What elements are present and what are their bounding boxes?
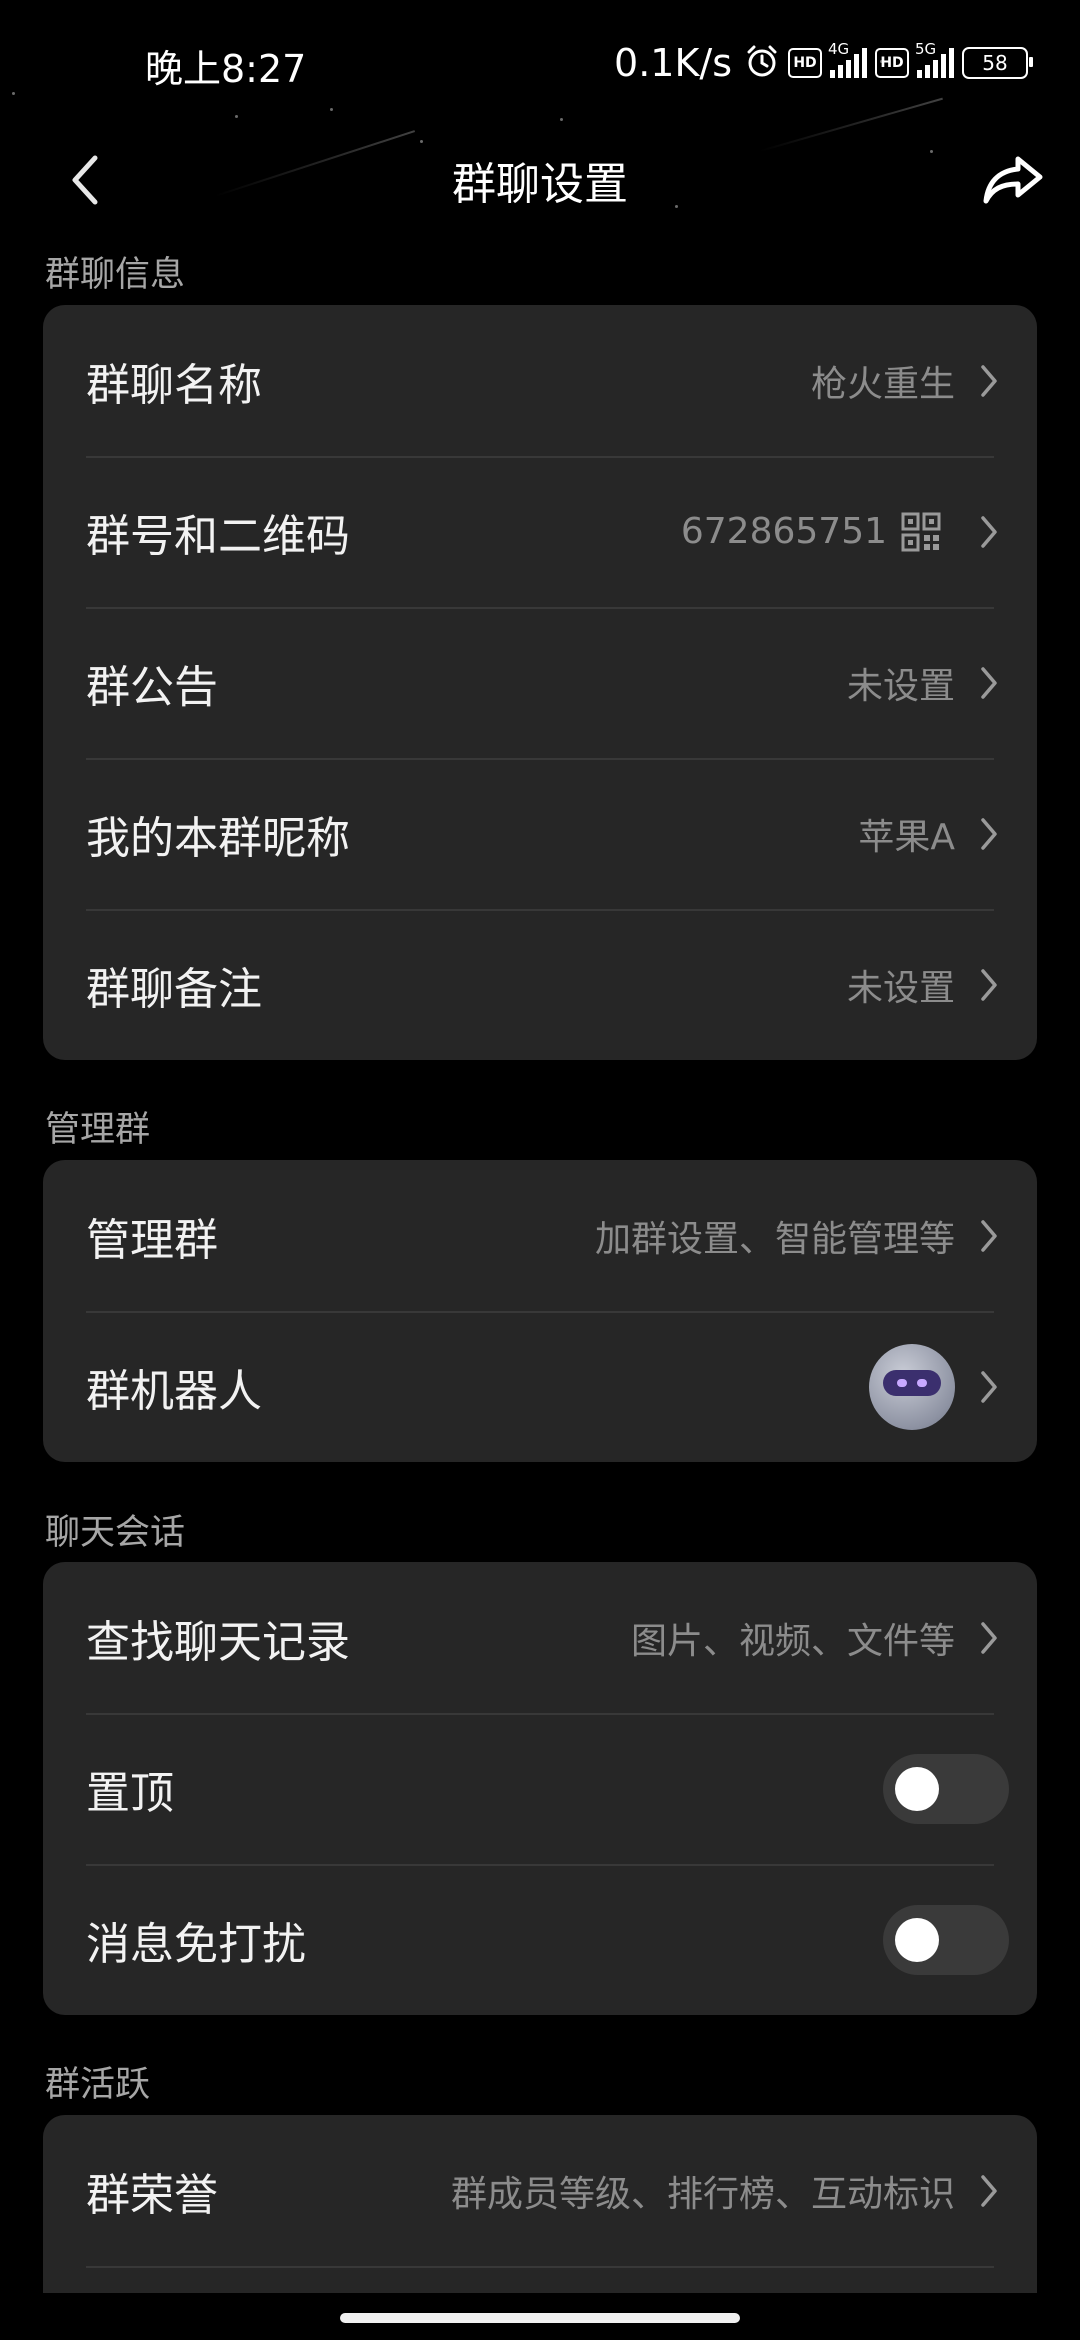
row-title: 群聊备注: [86, 963, 262, 1015]
chevron-right-icon: [969, 965, 1009, 1005]
battery-icon: 58: [962, 47, 1033, 79]
row-title: 置顶: [86, 1767, 174, 1819]
section-label-chat: 聊天会话: [45, 1513, 186, 1553]
card-info: 群聊名称 枪火重生 群号和二维码 672865751 群公告 未设置 我的本群昵…: [43, 305, 1037, 1060]
row-manage-group[interactable]: 管理群 加群设置、智能管理等: [43, 1160, 1037, 1311]
network-speed: 0.1K/s: [614, 41, 732, 85]
chevron-right-icon: [969, 2171, 1009, 2211]
row-value: 苹果A: [858, 816, 955, 858]
row-group-name[interactable]: 群聊名称 枪火重生: [43, 305, 1037, 456]
row-title: 我的本群昵称: [86, 812, 350, 864]
hd-badge: HD: [875, 48, 909, 78]
row-value: 未设置: [846, 967, 955, 1009]
do-not-disturb-toggle[interactable]: [883, 1904, 1009, 1975]
chevron-right-icon: [969, 663, 1009, 703]
row-title: 群荣誉: [86, 2169, 218, 2221]
hd-badge: HD: [788, 48, 822, 78]
section-label-info: 群聊信息: [45, 255, 186, 295]
row-group-robot[interactable]: 群机器人: [43, 1311, 1037, 1462]
chevron-right-icon: [969, 512, 1009, 552]
page-title: 群聊设置: [452, 159, 628, 210]
qr-code-icon: [901, 512, 941, 551]
battery-level: 58: [982, 51, 1008, 75]
card-manage: 管理群 加群设置、智能管理等 群机器人: [43, 1160, 1037, 1462]
row-search-history[interactable]: 查找聊天记录 图片、视频、文件等: [43, 1562, 1037, 1713]
share-icon: [983, 156, 1043, 204]
home-indicator[interactable]: [340, 2313, 740, 2323]
row-title: 群号和二维码: [86, 510, 350, 562]
row-title: 查找聊天记录: [86, 1616, 350, 1668]
row-do-not-disturb: 消息免打扰: [43, 1864, 1037, 2015]
signal-5g-icon: 5G: [915, 40, 954, 78]
row-title: 管理群: [86, 1214, 218, 1266]
screen: 晚上8:27 0.1K/s HD 4G HD 5G 58 群聊设置 群聊信息 群…: [0, 0, 1080, 2340]
row-group-id-qrcode[interactable]: 群号和二维码 672865751: [43, 456, 1037, 607]
status-time: 晚上8:27: [145, 47, 307, 91]
row-pin-top: 置顶: [43, 1713, 1037, 1864]
card-chat: 查找聊天记录 图片、视频、文件等 置顶 消息免打扰: [43, 1562, 1037, 2015]
chevron-right-icon: [969, 1618, 1009, 1658]
row-title: 群公告: [86, 661, 218, 713]
robot-avatar: [869, 1343, 955, 1430]
chevron-right-icon: [969, 814, 1009, 854]
row-my-nickname[interactable]: 我的本群昵称 苹果A: [43, 758, 1037, 909]
chevron-right-icon: [969, 1367, 1009, 1407]
row-value: 加群设置、智能管理等: [594, 1218, 955, 1260]
row-title: 群聊名称: [86, 359, 262, 411]
row-value: 群成员等级、排行榜、互动标识: [450, 2173, 955, 2215]
nav-bar: 群聊设置: [0, 130, 1080, 240]
row-value: 672865751: [680, 511, 887, 552]
signal-generation-label: 5G: [915, 40, 937, 58]
row-title: 群机器人: [86, 1365, 262, 1417]
row-value: 未设置: [846, 665, 955, 707]
chevron-right-icon: [969, 1216, 1009, 1256]
chevron-right-icon: [969, 361, 1009, 401]
pin-top-toggle[interactable]: [883, 1753, 1009, 1824]
row-value: 枪火重生: [810, 363, 955, 405]
status-indicators: 0.1K/s HD 4G HD 5G 58: [614, 38, 1033, 88]
row-title: 消息免打扰: [86, 1918, 306, 1970]
signal-4g-icon: 4G: [828, 40, 867, 78]
share-button[interactable]: [968, 138, 1058, 222]
row-group-remark[interactable]: 群聊备注 未设置: [43, 909, 1037, 1060]
section-label-manage: 管理群: [45, 1110, 151, 1150]
row-group-honor[interactable]: 群荣誉 群成员等级、排行榜、互动标识: [43, 2115, 1037, 2266]
row-value: 图片、视频、文件等: [630, 1620, 955, 1662]
row-group-announcement[interactable]: 群公告 未设置: [43, 607, 1037, 758]
status-bar: 晚上8:27 0.1K/s HD 4G HD 5G 58: [0, 0, 1080, 130]
signal-generation-label: 4G: [828, 40, 850, 58]
section-label-activity: 群活跃: [45, 2065, 151, 2105]
alarm-icon: [744, 43, 780, 83]
